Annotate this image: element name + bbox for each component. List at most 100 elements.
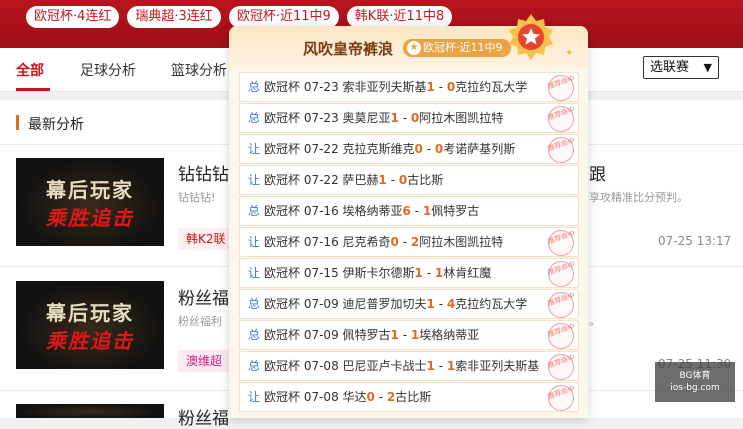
tab-all[interactable]: 全部	[16, 60, 44, 80]
score-separator: -	[434, 359, 447, 373]
match-info: 欧冠杯 07-23 索非亚列夫斯基	[264, 80, 427, 94]
record-row[interactable]: 总欧冠杯 07-09 迪尼普罗加切夫1 - 4克拉约瓦大学 推荐命中	[239, 288, 579, 322]
article-thumbnail[interactable]	[16, 404, 164, 418]
away-score: 0	[434, 142, 444, 156]
expert-record-popup: 风吹皇帝裤浪 ★ 欧冠杯·近11中9 ✦ ✦ 总欧冠杯 07-23 索非亚列夫斯…	[229, 14, 588, 418]
article-title[interactable]: 钻钻钻	[178, 160, 229, 185]
streak-tag-row: 欧冠杯·4连红 瑞典超·3连红 欧冠杯·近11中9 韩K联·近11中8	[26, 6, 453, 28]
match-info: 欧冠杯 07-23 奥莫尼亚	[264, 111, 391, 125]
home-score: 1	[378, 173, 387, 187]
site-watermark: BG体育 ios-bg.com	[655, 362, 735, 402]
article-thumbnail[interactable]: 幕后玩家 乘胜追击	[16, 158, 164, 246]
streak-tag[interactable]: 欧冠杯·近11中9	[228, 6, 339, 28]
record-row[interactable]: 总欧冠杯 07-16 埃格纳蒂亚6 - 1佩特罗古	[239, 196, 579, 226]
article-thumbnail[interactable]: 幕后玩家 乘胜追击	[16, 281, 164, 369]
score-separator: -	[422, 142, 435, 156]
tab-football[interactable]: 足球分析	[80, 60, 136, 80]
home-score: 1	[414, 266, 423, 280]
score-separator: -	[386, 173, 399, 187]
watermark-line1: BG体育	[679, 371, 711, 381]
popup-title: 风吹皇帝裤浪	[303, 40, 394, 58]
hit-stamp: 推荐命中	[544, 133, 578, 167]
away-score: 1	[410, 328, 420, 342]
record-row[interactable]: 让欧冠杯 07-22 克拉克斯维克0 - 0考诺萨基列斯 推荐命中	[239, 133, 579, 167]
home-score: 1	[390, 111, 399, 125]
match-info: 欧冠杯 07-09 佩特罗古	[264, 328, 391, 342]
hit-stamp: 推荐命中	[544, 257, 578, 291]
home-score: 1	[390, 328, 399, 342]
hit-stamp: 推荐命中	[544, 71, 578, 105]
medal-icon	[509, 14, 553, 60]
popup-badge-text: 欧冠杯·近11中9	[423, 41, 503, 54]
league-select[interactable]: 选联赛 ▼	[643, 56, 719, 79]
match-info: 欧冠杯 07-08 华达	[264, 390, 367, 404]
score-separator: -	[398, 235, 411, 249]
match-info: 欧冠杯 07-09 迪尼普罗加切夫	[264, 297, 427, 311]
score-separator: -	[374, 390, 387, 404]
record-row[interactable]: 总欧冠杯 07-23 奥莫尼亚1 - 0阿拉木图凯拉特 推荐命中	[239, 102, 579, 136]
away-score: 2	[410, 235, 420, 249]
thumbnail-line1: 幕后玩家	[46, 178, 134, 202]
tab-basketball[interactable]: 篮球分析	[171, 60, 227, 80]
away-team: 埃格纳蒂亚	[419, 328, 480, 342]
match-info: 欧冠杯 07-16 尼克希奇	[264, 235, 391, 249]
article-title-tail[interactable]: 跟	[589, 160, 606, 185]
bet-type-label: 让	[248, 142, 261, 156]
away-score: 0	[446, 80, 456, 94]
bet-type-label: 总	[248, 297, 261, 311]
bet-type-label: 让	[248, 235, 261, 249]
record-row[interactable]: 让欧冠杯 07-15 伊斯卡尔德斯1 - 1林肯红魔 推荐命中	[239, 257, 579, 291]
record-row[interactable]: 总欧冠杯 07-09 佩特罗古1 - 1埃格纳蒂亚 推荐命中	[239, 319, 579, 353]
record-row[interactable]: 总欧冠杯 07-23 索非亚列夫斯基1 - 0克拉约瓦大学 推荐命中	[239, 71, 579, 105]
score-separator: -	[410, 204, 423, 218]
active-tab-underline	[16, 88, 50, 91]
article-desc: 钻钻钻!	[178, 191, 216, 204]
match-info: 欧冠杯 07-22 萨巴赫	[264, 173, 379, 187]
away-team: 林肯红魔	[443, 266, 492, 280]
hit-stamp: 推荐命中	[544, 102, 578, 136]
match-info: 欧冠杯 07-15 伊斯卡尔德斯	[264, 266, 415, 280]
hit-stamp: 推荐命中	[544, 319, 578, 353]
hit-stamp: 推荐命中	[544, 381, 578, 415]
record-list: 总欧冠杯 07-23 索非亚列夫斯基1 - 0克拉约瓦大学 推荐命中总欧冠杯 07…	[239, 71, 579, 415]
streak-tag[interactable]: 欧冠杯·4连红	[26, 6, 120, 28]
section-accent-bar	[16, 115, 19, 130]
bet-type-label: 总	[248, 111, 261, 125]
article-desc: 粉丝福利	[178, 315, 222, 328]
article-title[interactable]: 粉丝福	[178, 404, 229, 429]
bet-type-label: 总	[248, 80, 261, 94]
streak-tag[interactable]: 瑞典超·3连红	[127, 6, 221, 28]
home-score: 0	[414, 142, 423, 156]
league-tag[interactable]: 澳维超	[178, 350, 231, 372]
match-info: 欧冠杯 07-16 埃格纳蒂亚	[264, 204, 403, 218]
record-row[interactable]: 让欧冠杯 07-08 华达0 - 2古比斯 推荐命中	[239, 381, 579, 415]
record-row[interactable]: 让欧冠杯 07-16 尼克希奇0 - 2阿拉木图凯拉特 推荐命中	[239, 226, 579, 260]
streak-tag[interactable]: 韩K联·近11中8	[346, 6, 453, 28]
league-tag[interactable]: 韩K2联	[178, 228, 234, 250]
hit-stamp: 推荐命中	[544, 350, 578, 384]
sparkle-icon: ✦	[499, 50, 508, 61]
away-team: 索非亚列夫斯基	[455, 359, 540, 373]
thumbnail-line2: 乘胜追击	[46, 206, 134, 230]
away-score: 1	[446, 359, 456, 373]
away-score: 4	[446, 297, 456, 311]
score-separator: -	[398, 328, 411, 342]
score-separator: -	[422, 266, 435, 280]
star-icon: ★	[407, 41, 421, 55]
away-score: 0	[398, 173, 408, 187]
score-separator: -	[434, 80, 447, 94]
away-team: 阿拉木图凯拉特	[419, 111, 504, 125]
record-row[interactable]: 总欧冠杯 07-08 巴尼亚卢卡战士1 - 1索非亚列夫斯基 推荐命中	[239, 350, 579, 384]
match-info: 欧冠杯 07-22 克拉克斯维克	[264, 142, 415, 156]
away-team: 古比斯	[395, 390, 432, 404]
article-title[interactable]: 粉丝福	[178, 284, 229, 309]
article-desc-tail: 享攻精准比分预判。	[589, 191, 688, 204]
chevron-down-icon: ▼	[703, 61, 712, 74]
away-team: 克拉约瓦大学	[455, 80, 528, 94]
away-score: 1	[434, 266, 444, 280]
hit-stamp: 推荐命中	[544, 226, 578, 260]
away-team: 古比斯	[407, 173, 444, 187]
away-team: 考诺萨基列斯	[443, 142, 516, 156]
record-row[interactable]: 让欧冠杯 07-22 萨巴赫1 - 0古比斯	[239, 165, 579, 195]
away-team: 阿拉木图凯拉特	[419, 235, 504, 249]
